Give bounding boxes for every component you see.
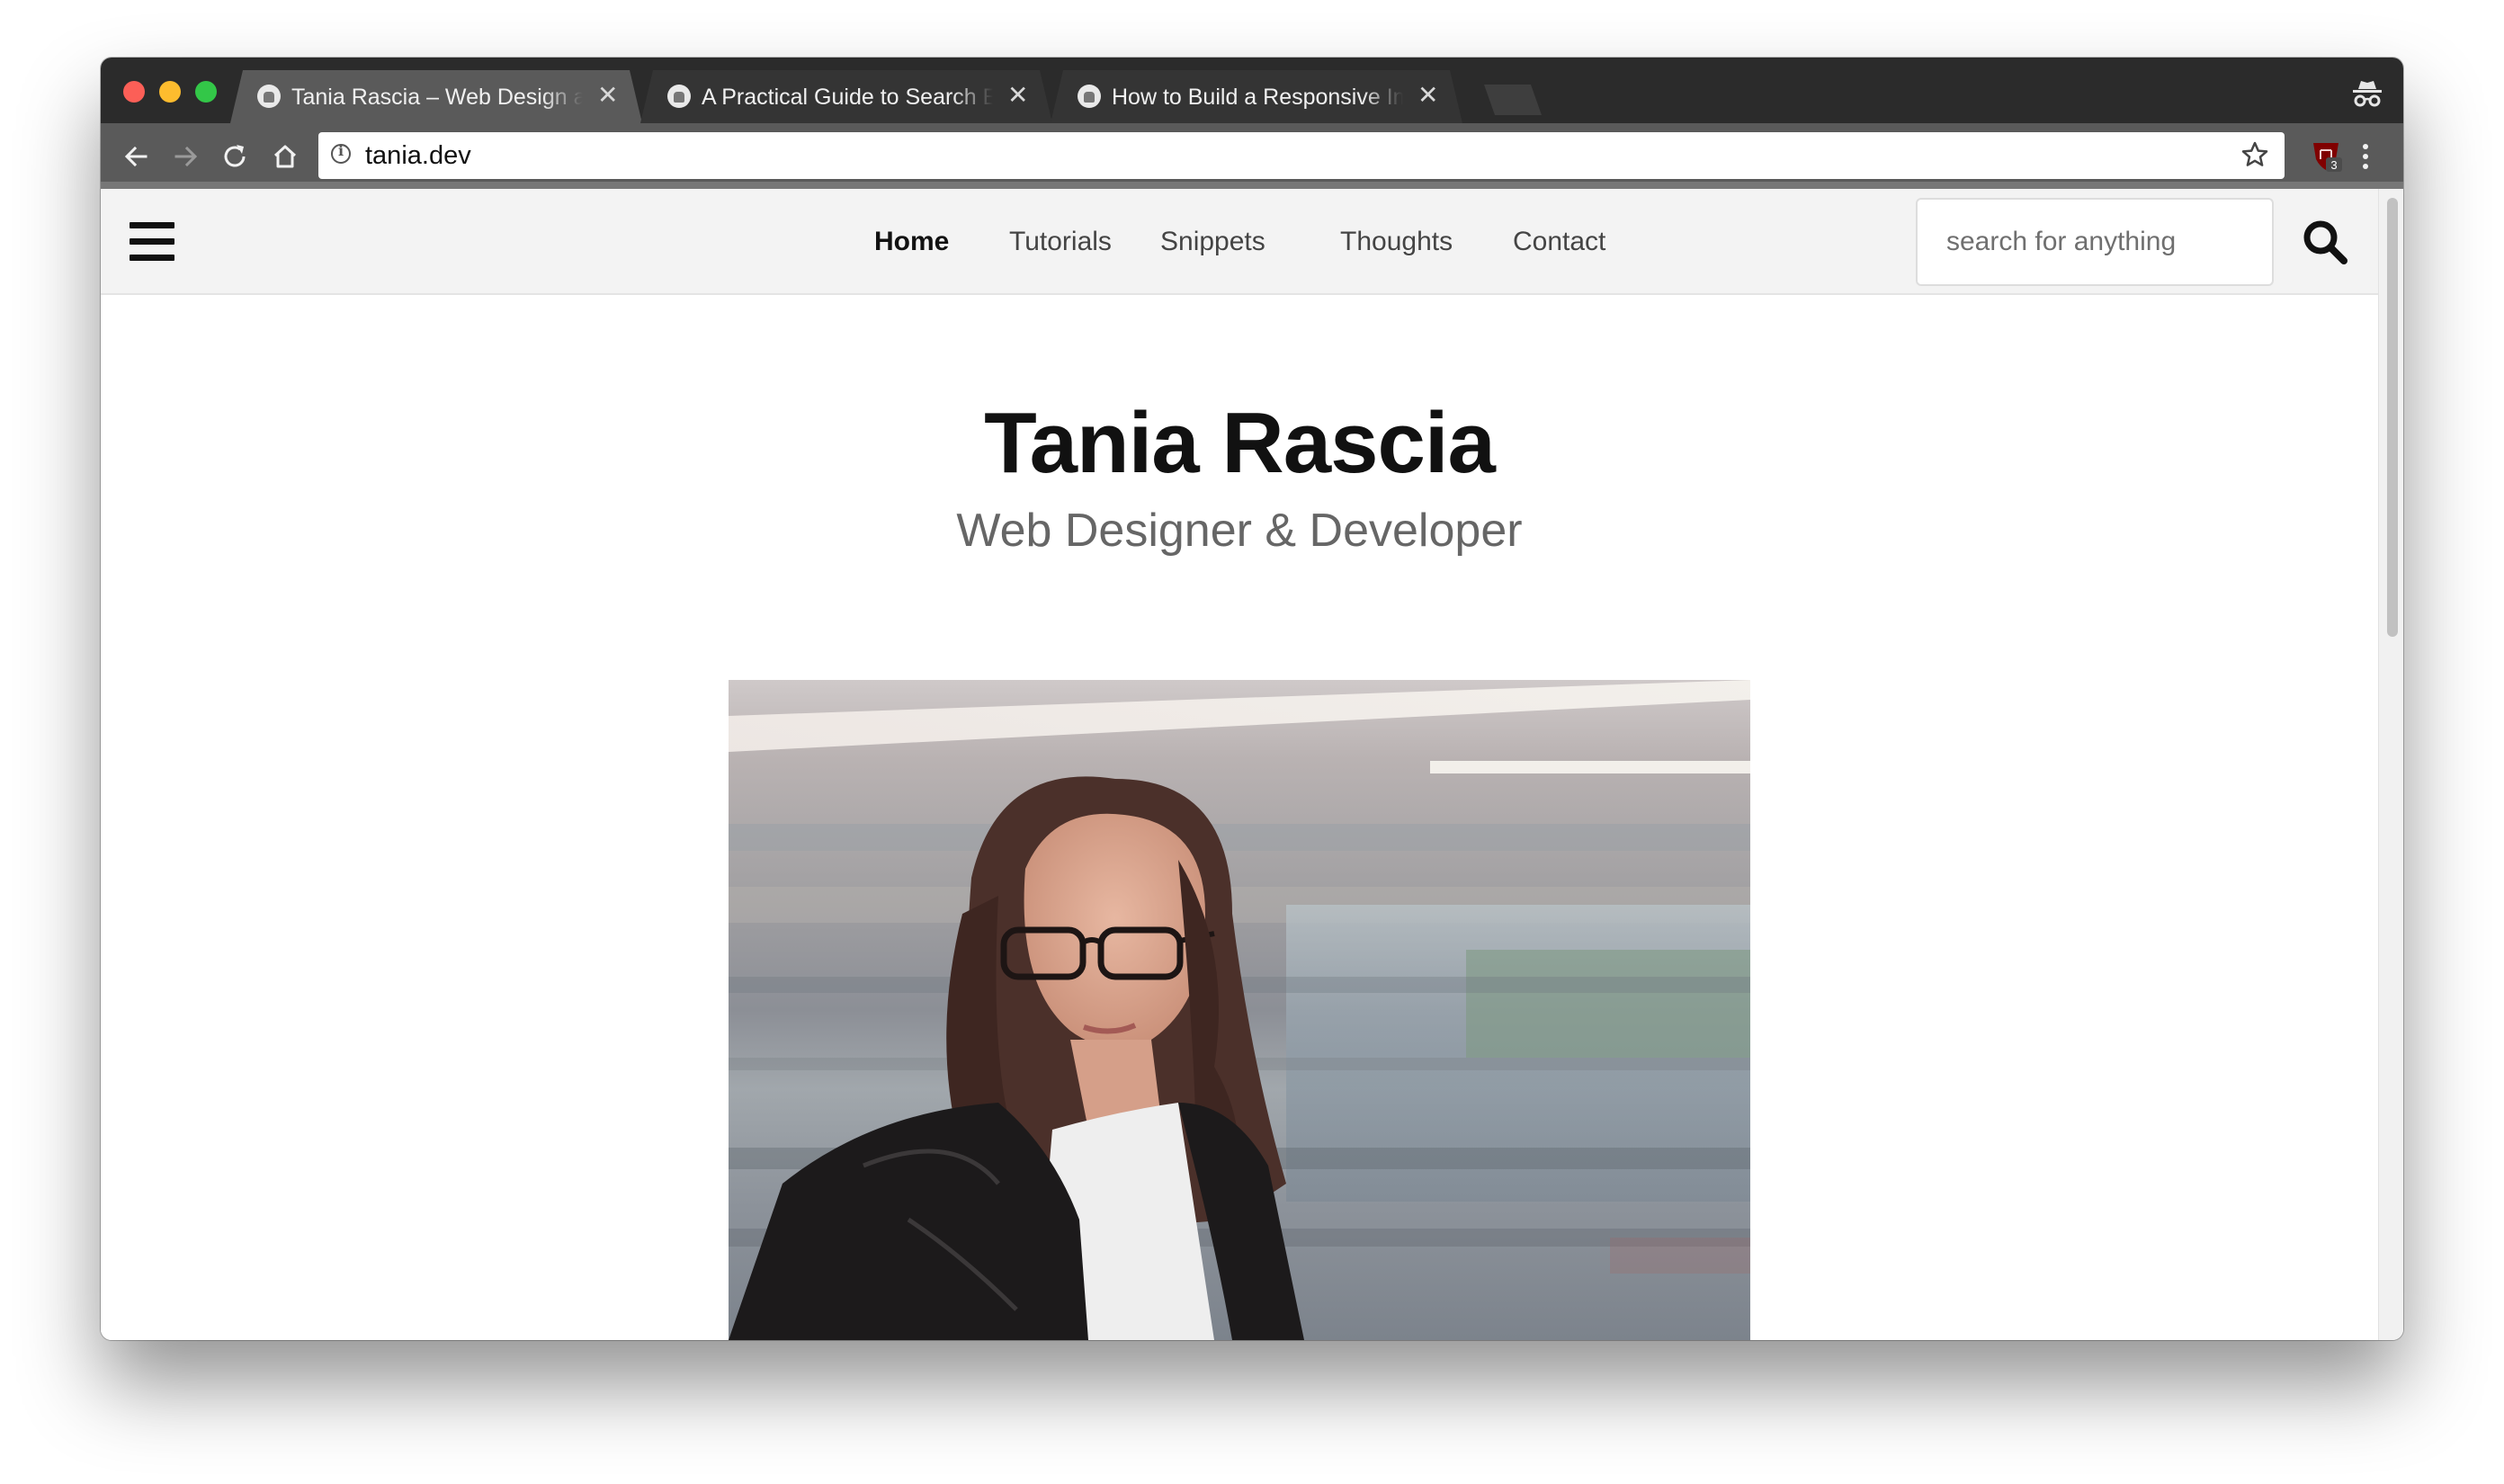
- site-favicon-icon: [1078, 85, 1101, 108]
- kebab-menu-icon[interactable]: [2358, 141, 2373, 172]
- url-text[interactable]: tania.dev: [365, 141, 471, 171]
- site-favicon-icon: [257, 85, 281, 108]
- home-icon[interactable]: [270, 141, 300, 172]
- close-tab-icon[interactable]: ✕: [597, 82, 618, 109]
- page-subtitle: Web Designer & Developer: [956, 505, 1523, 557]
- scrollbar-thumb[interactable]: [2387, 198, 2398, 637]
- shield-icon[interactable]: 3: [2308, 138, 2344, 174]
- reload-icon[interactable]: [219, 141, 250, 172]
- arrow-left-icon[interactable]: [121, 141, 151, 172]
- tab-strip: Tania Rascia – Web Design and Developmen…: [101, 58, 2403, 123]
- star-icon[interactable]: [2240, 139, 2270, 170]
- nav-link-home[interactable]: Home: [874, 227, 949, 257]
- info-icon[interactable]: [331, 142, 351, 164]
- incognito-icon: [2353, 81, 2382, 107]
- extension-badge-count: 3: [2330, 158, 2337, 172]
- profile-photo: [729, 680, 1750, 1340]
- site-favicon-icon: [667, 85, 691, 108]
- page-title: Tania Rascia: [984, 395, 1496, 491]
- browser-tab[interactable]: A Practical Guide to Search Engine Optim…: [640, 70, 1052, 123]
- nav-link-tutorials[interactable]: Tutorials: [1009, 227, 1112, 257]
- window-maximize-button[interactable]: [195, 81, 217, 103]
- toolbar-divider: [101, 182, 2403, 189]
- vertical-scrollbar[interactable]: [2378, 189, 2403, 1340]
- tab-title: Tania Rascia – Web Design and Developmen…: [291, 85, 583, 110]
- page-viewport: Home Tutorials Snippets Thoughts Contact…: [101, 189, 2378, 1340]
- browser-tab[interactable]: How to Build a Responsive Image Gallery …: [1051, 70, 1462, 123]
- window-close-button[interactable]: [123, 81, 145, 103]
- new-tab-button[interactable]: [1484, 85, 1542, 115]
- arrow-right-icon[interactable]: [171, 141, 201, 172]
- browser-tab-active[interactable]: Tania Rascia – Web Design and Developmen…: [230, 70, 642, 123]
- nav-link-snippets[interactable]: Snippets: [1160, 227, 1265, 257]
- tab-title: How to Build a Responsive Image Gallery: [1112, 85, 1403, 110]
- site-navbar: Home Tutorials Snippets Thoughts Contact: [101, 189, 2378, 295]
- nav-link-thoughts[interactable]: Thoughts: [1340, 227, 1453, 257]
- window-minimize-button[interactable]: [159, 81, 181, 103]
- close-tab-icon[interactable]: ✕: [1007, 82, 1028, 109]
- browser-toolbar: tania.dev 3: [101, 123, 2403, 189]
- browser-window: Tania Rascia – Web Design and Developmen…: [101, 58, 2403, 1340]
- tab-title: A Practical Guide to Search Engine Optim…: [702, 85, 993, 110]
- close-tab-icon[interactable]: ✕: [1417, 82, 1438, 109]
- address-bar[interactable]: tania.dev: [318, 132, 2285, 179]
- search-input[interactable]: [1916, 198, 2274, 286]
- search-icon[interactable]: [2301, 218, 2349, 266]
- nav-link-contact[interactable]: Contact: [1513, 227, 1605, 257]
